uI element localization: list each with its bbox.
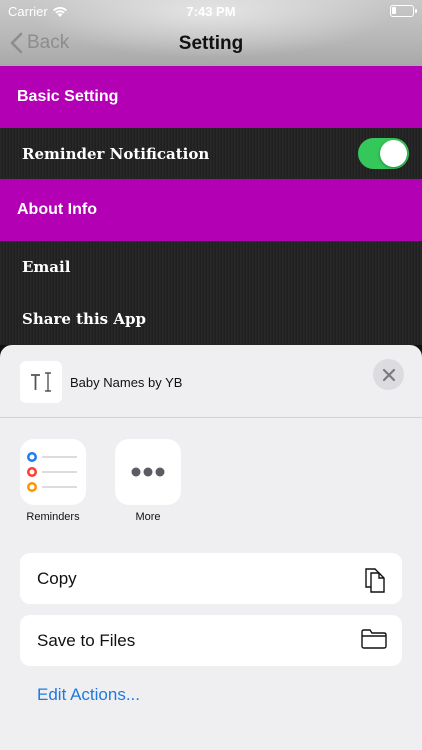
reminder-notification-label: Reminder Notification (22, 144, 210, 163)
email-label: Email (22, 257, 71, 276)
more-icon (115, 439, 181, 505)
share-app-row[interactable]: Share this App (0, 292, 422, 345)
email-row[interactable]: Email (0, 241, 422, 292)
page-title: Setting (178, 33, 244, 54)
close-icon (382, 368, 395, 381)
status-bar: Carrier 7:43 PM (0, 0, 422, 22)
share-app-label: Reminders (26, 511, 80, 523)
save-to-files-label: Save to Files (37, 630, 136, 650)
section-header-basic: Basic Setting (0, 66, 422, 128)
copy-label: Copy (37, 568, 77, 588)
text-format-icon (20, 361, 62, 403)
share-app-reminders[interactable]: Reminders (18, 439, 88, 523)
share-sheet: Baby Names by YB Reminders More Copy Sav… (0, 345, 422, 750)
share-app-label: Share this App (22, 309, 146, 328)
reminders-icon (20, 439, 86, 505)
reminder-notification-row: Reminder Notification (0, 128, 422, 179)
folder-icon (361, 629, 387, 649)
copy-icon (365, 568, 385, 593)
save-to-files-action[interactable]: Save to Files (20, 615, 402, 666)
battery-icon (390, 5, 417, 17)
share-app-more[interactable]: More (113, 439, 183, 523)
copy-action[interactable]: Copy (20, 553, 402, 604)
share-sheet-header: Baby Names by YB (0, 345, 422, 418)
reminder-toggle[interactable] (358, 138, 409, 169)
toggle-knob (380, 140, 407, 167)
share-app-label: More (135, 511, 161, 523)
section-header-about: About Info (0, 179, 422, 241)
top-bar: Carrier 7:43 PM Back Setting (0, 0, 422, 66)
share-app-row: Reminders More (0, 439, 422, 529)
navigation-bar: Back Setting (0, 22, 422, 66)
edit-actions-link[interactable]: Edit Actions... (37, 685, 140, 705)
shared-item-title: Baby Names by YB (70, 375, 183, 390)
clock: 7:43 PM (186, 4, 236, 19)
close-button[interactable] (373, 359, 404, 390)
